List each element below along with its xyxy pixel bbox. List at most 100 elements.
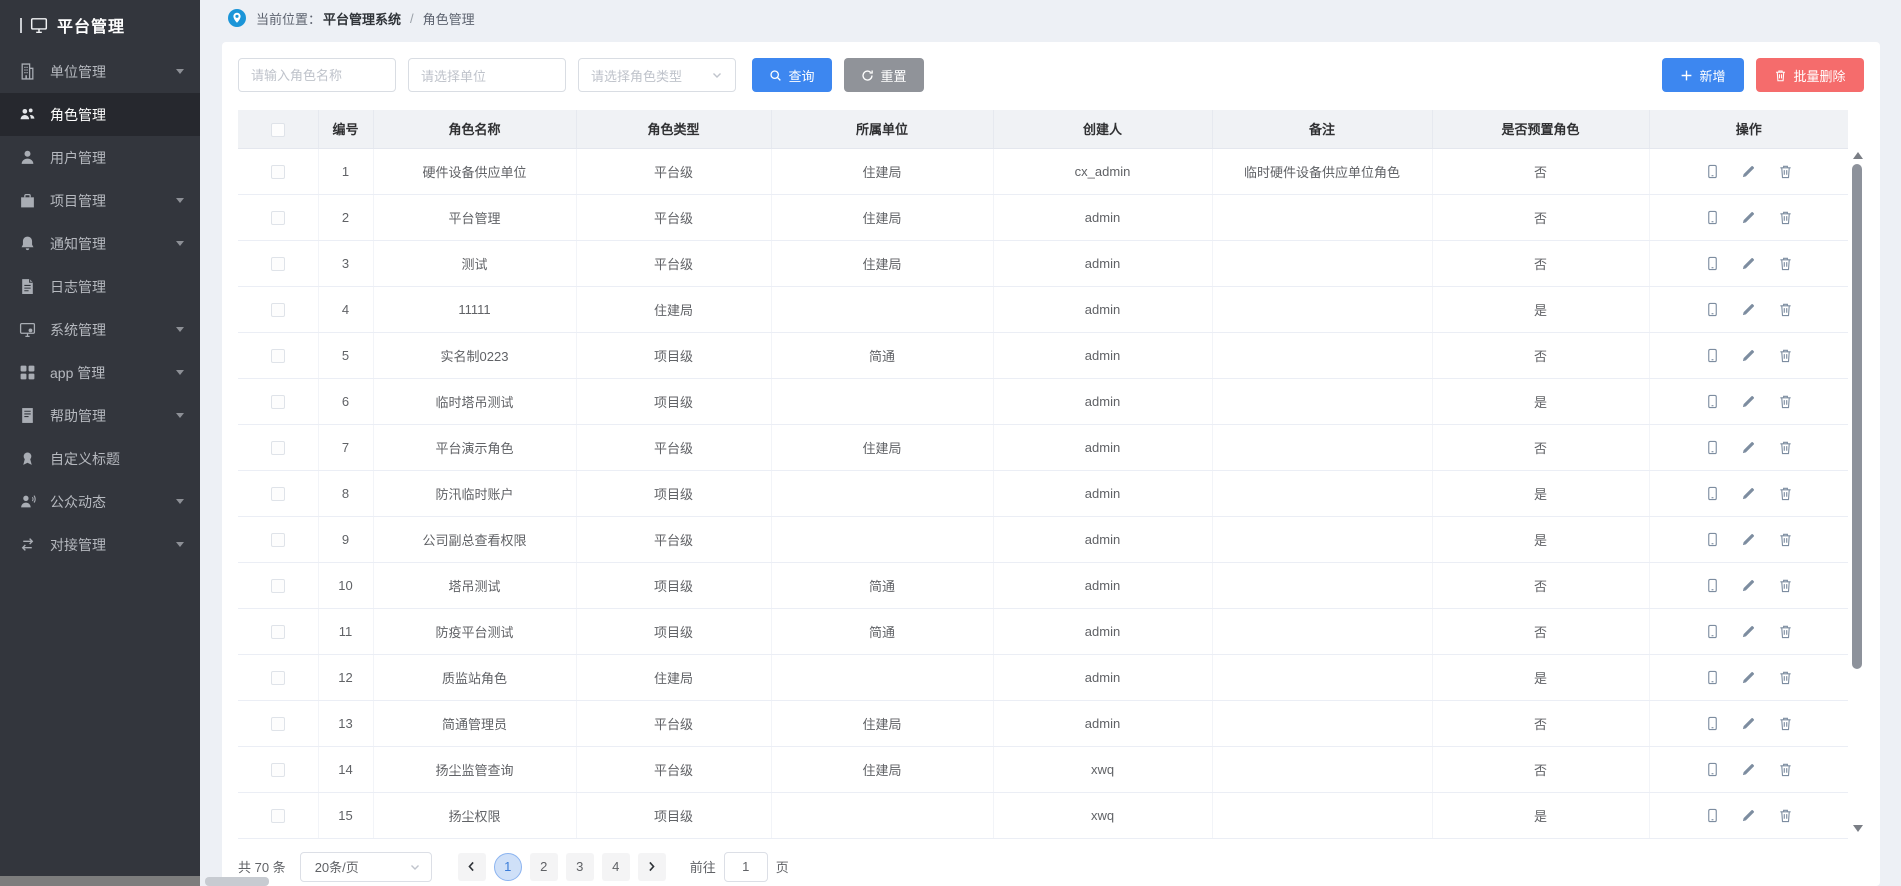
edit-icon[interactable] — [1741, 394, 1756, 409]
delete-icon[interactable] — [1778, 210, 1793, 225]
delete-icon[interactable] — [1778, 348, 1793, 363]
vertical-scrollbar-thumb[interactable] — [1852, 164, 1862, 669]
horizontal-scrollbar-thumb[interactable] — [0, 876, 200, 886]
delete-icon[interactable] — [1778, 716, 1793, 731]
edit-icon[interactable] — [1741, 578, 1756, 593]
row-checkbox[interactable] — [271, 579, 285, 593]
view-icon[interactable] — [1705, 256, 1720, 271]
edit-icon[interactable] — [1741, 532, 1756, 547]
delete-icon[interactable] — [1778, 302, 1793, 317]
delete-icon[interactable] — [1778, 440, 1793, 455]
view-icon[interactable] — [1705, 394, 1720, 409]
scroll-up-arrow-icon[interactable] — [1853, 152, 1863, 159]
page-button-1[interactable]: 1 — [494, 853, 522, 881]
page-button-4[interactable]: 4 — [602, 853, 630, 881]
next-page-button[interactable] — [638, 853, 666, 881]
row-checkbox[interactable] — [271, 625, 285, 639]
view-icon[interactable] — [1705, 808, 1720, 823]
delete-icon[interactable] — [1778, 670, 1793, 685]
edit-icon[interactable] — [1741, 486, 1756, 501]
sidebar-item-2[interactable]: 角色管理 — [0, 93, 200, 136]
delete-icon[interactable] — [1778, 256, 1793, 271]
view-icon[interactable] — [1705, 578, 1720, 593]
page-button-2[interactable]: 2 — [530, 853, 558, 881]
row-checkbox[interactable] — [271, 763, 285, 777]
row-checkbox[interactable] — [271, 717, 285, 731]
view-icon[interactable] — [1705, 164, 1720, 179]
reset-button[interactable]: 重置 — [844, 58, 924, 92]
delete-icon[interactable] — [1778, 394, 1793, 409]
edit-icon[interactable] — [1741, 808, 1756, 823]
sidebar-item-11[interactable]: 公众动态 — [0, 480, 200, 523]
delete-icon[interactable] — [1778, 164, 1793, 179]
column-header-3: 角色类型 — [576, 110, 771, 148]
search-button[interactable]: 查询 — [752, 58, 832, 92]
page-size-select[interactable]: 20条/页 — [300, 852, 432, 882]
edit-icon[interactable] — [1741, 716, 1756, 731]
view-icon[interactable] — [1705, 716, 1720, 731]
chevron-down-icon — [176, 241, 184, 246]
sidebar-item-4[interactable]: 项目管理 — [0, 179, 200, 222]
sidebar-item-9[interactable]: 帮助管理 — [0, 394, 200, 437]
batch-delete-button[interactable]: 批量删除 — [1756, 58, 1864, 92]
row-checkbox[interactable] — [271, 809, 285, 823]
edit-icon[interactable] — [1741, 256, 1756, 271]
row-checkbox[interactable] — [271, 533, 285, 547]
horizontal-scrollbar-piece[interactable] — [205, 877, 269, 886]
edit-icon[interactable] — [1741, 624, 1756, 639]
sidebar-item-1[interactable]: 单位管理 — [0, 50, 200, 93]
role-name-input[interactable] — [251, 68, 383, 83]
scroll-down-arrow-icon[interactable] — [1853, 825, 1863, 832]
view-icon[interactable] — [1705, 762, 1720, 777]
row-checkbox-cell — [238, 240, 318, 286]
edit-icon[interactable] — [1741, 348, 1756, 363]
unit-select[interactable]: 请选择单位 — [408, 58, 566, 92]
row-checkbox[interactable] — [271, 395, 285, 409]
sidebar-item-5[interactable]: 通知管理 — [0, 222, 200, 265]
user-icon — [19, 149, 36, 166]
add-button[interactable]: 新增 — [1662, 58, 1744, 92]
delete-icon[interactable] — [1778, 808, 1793, 823]
delete-icon[interactable] — [1778, 762, 1793, 777]
sidebar-item-6[interactable]: 日志管理 — [0, 265, 200, 308]
delete-icon[interactable] — [1778, 624, 1793, 639]
row-checkbox[interactable] — [271, 349, 285, 363]
sidebar-item-12[interactable]: 对接管理 — [0, 523, 200, 566]
delete-icon[interactable] — [1778, 578, 1793, 593]
chevron-left-icon — [465, 860, 478, 873]
edit-icon[interactable] — [1741, 164, 1756, 179]
view-icon[interactable] — [1705, 440, 1720, 455]
view-icon[interactable] — [1705, 486, 1720, 501]
cell-role-name: 简通管理员 — [373, 700, 576, 746]
edit-icon[interactable] — [1741, 762, 1756, 777]
edit-icon[interactable] — [1741, 440, 1756, 455]
page-button-3[interactable]: 3 — [566, 853, 594, 881]
sidebar-item-3[interactable]: 用户管理 — [0, 136, 200, 179]
select-all-checkbox[interactable] — [271, 123, 285, 137]
row-checkbox[interactable] — [271, 671, 285, 685]
breadcrumb-root[interactable]: 平台管理系统 — [323, 9, 401, 28]
row-checkbox[interactable] — [271, 257, 285, 271]
row-checkbox[interactable] — [271, 487, 285, 501]
sidebar-item-7[interactable]: 系统管理 — [0, 308, 200, 351]
edit-icon[interactable] — [1741, 210, 1756, 225]
view-icon[interactable] — [1705, 670, 1720, 685]
delete-icon[interactable] — [1778, 532, 1793, 547]
view-icon[interactable] — [1705, 532, 1720, 547]
delete-icon[interactable] — [1778, 486, 1793, 501]
sidebar-item-8[interactable]: app 管理 — [0, 351, 200, 394]
edit-icon[interactable] — [1741, 302, 1756, 317]
edit-icon[interactable] — [1741, 670, 1756, 685]
role-type-select[interactable]: 请选择角色类型 — [578, 58, 736, 92]
view-icon[interactable] — [1705, 348, 1720, 363]
view-icon[interactable] — [1705, 624, 1720, 639]
row-checkbox[interactable] — [271, 303, 285, 317]
sidebar-item-10[interactable]: 自定义标题 — [0, 437, 200, 480]
view-icon[interactable] — [1705, 210, 1720, 225]
row-checkbox[interactable] — [271, 165, 285, 179]
view-icon[interactable] — [1705, 302, 1720, 317]
row-checkbox[interactable] — [271, 441, 285, 455]
goto-page-input[interactable] — [724, 852, 768, 882]
row-checkbox[interactable] — [271, 211, 285, 225]
prev-page-button[interactable] — [458, 853, 486, 881]
